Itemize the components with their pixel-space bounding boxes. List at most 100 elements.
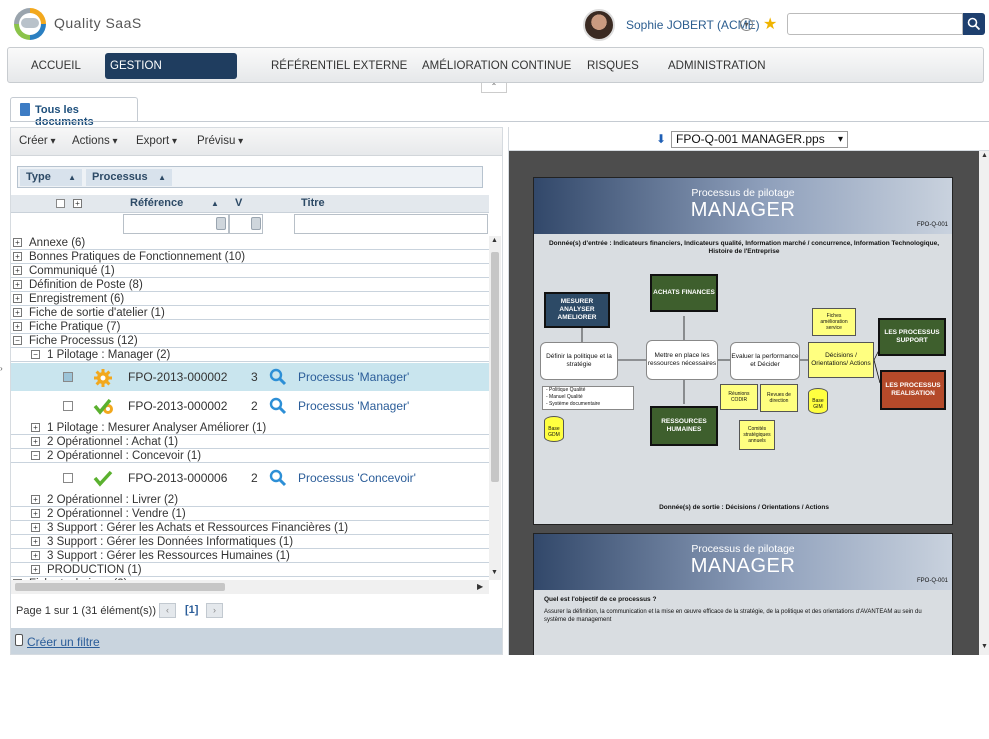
expand-icon[interactable]: + <box>13 280 22 289</box>
row-checkbox[interactable] <box>63 401 73 411</box>
collapse-header-button[interactable]: ⌃ <box>481 83 507 93</box>
nav-gestion-documentaire[interactable]: GESTION DOCUMENTAIRE <box>105 53 237 98</box>
group-row[interactable]: +3 Support : Gérer les Achats et Ressour… <box>11 521 489 535</box>
scrollbar-thumb[interactable] <box>491 252 499 482</box>
current-page[interactable]: [1] <box>185 604 198 616</box>
expand-icon[interactable]: + <box>13 322 22 331</box>
expand-icon[interactable]: + <box>31 509 40 518</box>
group-row[interactable]: +3 Support : Gérer les Données Informati… <box>11 535 489 549</box>
select-all-checkbox[interactable] <box>56 199 65 208</box>
actions-menu[interactable]: Actions <box>72 135 118 147</box>
slide-viewer[interactable]: Processus de pilotage MANAGER FPO-Q-001 … <box>509 151 989 655</box>
sort-up-icon: ▲ <box>158 173 166 182</box>
expand-icon[interactable]: + <box>13 266 22 275</box>
expand-icon[interactable]: + <box>13 238 22 247</box>
collapse-icon[interactable]: − <box>31 451 40 460</box>
download-icon[interactable]: ⬇ <box>656 132 666 146</box>
tab-tous-les-documents[interactable]: Tous les documents <box>10 97 138 128</box>
group-row[interactable]: + Communiqué (1) <box>11 264 489 278</box>
group-row[interactable]: − Fiche Processus (12) <box>11 334 489 348</box>
expand-icon[interactable]: + <box>31 565 40 574</box>
expand-icon[interactable]: + <box>31 551 40 560</box>
scroll-up-icon[interactable]: ▲ <box>491 237 498 244</box>
group-row[interactable]: + Bonnes Pratiques de Fonctionnement (10) <box>11 250 489 264</box>
group-chip-type[interactable]: Type ▲ <box>20 169 82 186</box>
user-avatar[interactable] <box>583 9 615 41</box>
expand-icon[interactable]: + <box>13 308 22 317</box>
prev-page-button[interactable]: ‹ <box>159 603 176 618</box>
expand-icon[interactable]: + <box>31 423 40 432</box>
column-reference[interactable]: Référence <box>130 197 183 209</box>
export-menu[interactable]: Export <box>136 135 177 147</box>
grid-vertical-scrollbar[interactable]: ▲ ▼ <box>489 236 501 580</box>
scrollbar-thumb[interactable] <box>15 583 225 591</box>
scroll-down-icon[interactable]: ▼ <box>491 569 498 576</box>
group-row[interactable]: +2 Opérationnel : Livrer (2) <box>11 493 489 507</box>
expand-icon[interactable]: + <box>13 294 22 303</box>
group-chip-processus[interactable]: Processus ▲ <box>86 169 172 186</box>
column-title[interactable]: Titre <box>301 197 325 209</box>
group-row[interactable]: +2 Opérationnel : Vendre (1) <box>11 507 489 521</box>
slide-question: Quel est l'objectif de ce processus ? <box>544 596 657 603</box>
title-filter-input[interactable] <box>294 214 488 234</box>
file-select[interactable]: FPO-Q-001 MANAGER.pps <box>671 131 848 148</box>
document-title-link[interactable]: Processus 'Manager' <box>298 392 409 420</box>
row-checkbox[interactable] <box>63 473 73 483</box>
box-definir: Définir la politique et la stratégie <box>540 342 618 380</box>
sort-up-icon[interactable]: ▲ <box>211 199 219 208</box>
group-row[interactable]: + PRODUCTION (1) <box>11 563 489 577</box>
scroll-up-icon[interactable]: ▲ <box>981 152 988 159</box>
document-title-link[interactable]: Processus 'Manager' <box>298 363 409 391</box>
column-version[interactable]: V <box>235 197 242 209</box>
grid-horizontal-scrollbar[interactable]: ▶ <box>11 580 489 594</box>
filter-icon[interactable] <box>216 217 226 230</box>
group-row[interactable]: + Enregistrement (6) <box>11 292 489 306</box>
expand-icon[interactable]: + <box>31 537 40 546</box>
group-row[interactable]: + Définition de Poste (8) <box>11 278 489 292</box>
expand-icon[interactable]: + <box>31 437 40 446</box>
group-row[interactable]: −1 Pilotage : Manager (2) <box>11 348 489 362</box>
nav-risques[interactable]: RISQUES <box>582 53 644 79</box>
grid-column-header: + Référence ▲ V Titre <box>11 195 489 213</box>
group-row[interactable]: +3 Support : Gérer les Ressources Humain… <box>11 549 489 563</box>
nav-referentiel-externe[interactable]: RÉFÉRENTIEL EXTERNE <box>266 53 412 79</box>
group-row[interactable]: −2 Opérationnel : Concevoir (1) <box>11 449 489 463</box>
preview-menu[interactable]: Prévisu <box>197 135 243 147</box>
scroll-right-icon[interactable]: ▶ <box>477 582 483 591</box>
box-evaluer: Evaluer la performance et Décider <box>730 342 800 380</box>
create-menu[interactable]: Créer <box>19 135 56 147</box>
reference-filter-input[interactable] <box>123 214 229 234</box>
box-ressources: RESSOURCES HUMAINES <box>650 406 718 446</box>
scroll-down-icon[interactable]: ▼ <box>981 643 988 650</box>
nav-amelioration-continue[interactable]: AMÉLIORATION CONTINUE <box>417 53 576 79</box>
search-button[interactable] <box>963 13 985 35</box>
document-row[interactable]: FPO-2013-000002 2 Processus 'Manager' <box>11 392 489 420</box>
filter-icon[interactable] <box>251 217 261 230</box>
search-input[interactable] <box>787 13 963 35</box>
document-row[interactable]: FPO-2013-000002 3 Processus 'Manager' <box>11 363 489 391</box>
row-checkbox[interactable] <box>63 372 73 382</box>
group-row[interactable]: + Annexe (6) <box>11 236 489 250</box>
side-collapse-icon[interactable]: › <box>0 364 3 373</box>
group-row[interactable]: + Fiche Pratique (7) <box>11 320 489 334</box>
nav-accueil[interactable]: ACCUEIL <box>26 53 86 79</box>
group-row[interactable]: + Fiche de sortie d'atelier (1) <box>11 306 489 320</box>
group-row[interactable]: +2 Opérationnel : Achat (1) <box>11 435 489 449</box>
document-title-link[interactable]: Processus 'Concevoir' <box>298 464 416 492</box>
expand-icon[interactable]: + <box>13 252 22 261</box>
nav-administration[interactable]: ADMINISTRATION <box>663 53 771 79</box>
star-favorites-icon[interactable]: ★ <box>763 14 777 34</box>
box-mesurer: MESURER ANALYSER AMELIORER <box>544 292 610 328</box>
document-row[interactable]: FPO-2013-000006 2 Processus 'Concevoir' <box>11 464 489 492</box>
slide-title: MANAGER <box>690 555 796 577</box>
chevron-down-icon[interactable]: ▾ <box>740 18 753 31</box>
expand-all-icon[interactable]: + <box>73 199 82 208</box>
viewer-vertical-scrollbar[interactable]: ▲ ▼ <box>979 151 989 655</box>
create-filter-link[interactable]: Créer un filtre <box>27 635 100 649</box>
collapse-icon[interactable]: − <box>31 350 40 359</box>
expand-icon[interactable]: + <box>31 523 40 532</box>
expand-icon[interactable]: + <box>31 495 40 504</box>
group-row[interactable]: +1 Pilotage : Mesurer Analyser Améliorer… <box>11 421 489 435</box>
next-page-button[interactable]: › <box>206 603 223 618</box>
collapse-icon[interactable]: − <box>13 336 22 345</box>
